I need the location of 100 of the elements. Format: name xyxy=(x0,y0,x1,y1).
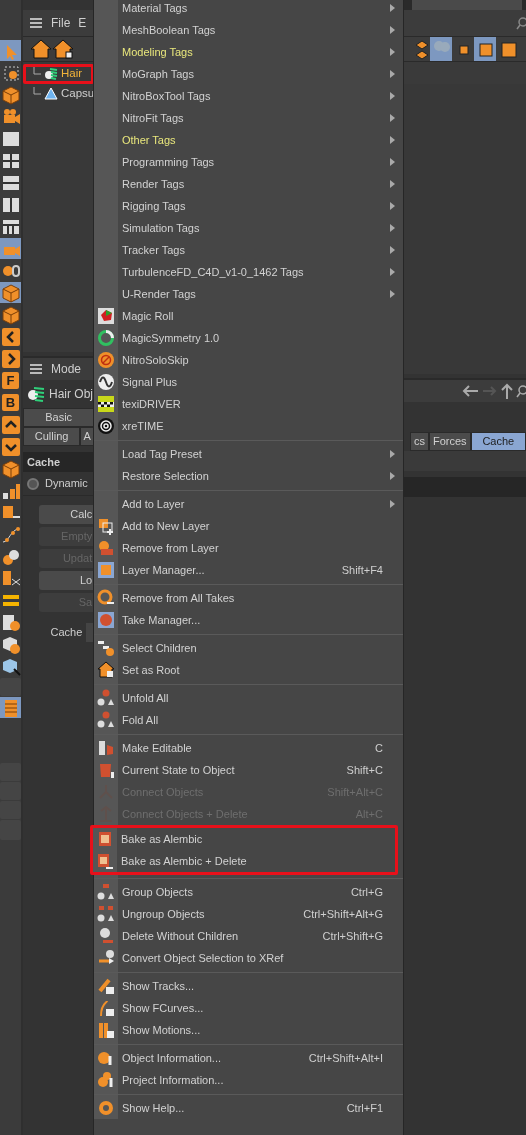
letter-button[interactable]: F xyxy=(2,372,19,389)
tab[interactable]: Culling xyxy=(23,427,81,446)
menu-item[interactable]: Layer Manager... Shift+F4 xyxy=(94,559,403,581)
search-icon[interactable] xyxy=(516,16,526,30)
submenu-arrow-icon xyxy=(390,70,395,78)
menu-item[interactable]: Bake as Alembic + Delete xyxy=(93,850,395,872)
menu-item[interactable]: Project Information... xyxy=(94,1069,403,1091)
take-window-icon xyxy=(97,611,115,629)
menu-item[interactable]: Restore Selection xyxy=(94,465,403,487)
menu-item[interactable]: TurbulenceFD_C4D_v1-0_1462 Tags xyxy=(94,261,403,283)
menu-item[interactable]: Show Motions... xyxy=(94,1019,403,1041)
back-arrow-icon[interactable] xyxy=(460,383,480,399)
menu-icon[interactable] xyxy=(29,363,43,375)
menu-item[interactable]: Fold All xyxy=(94,709,403,731)
object-title: Hair Obj xyxy=(49,386,93,403)
tab[interactable]: A xyxy=(80,427,95,446)
menu-item[interactable]: MeshBoolean Tags xyxy=(94,19,403,41)
action-button[interactable]: Calc xyxy=(39,505,95,524)
tree-item[interactable]: Capsu xyxy=(61,85,95,103)
menu-item[interactable]: Rigging Tags xyxy=(94,195,403,217)
submenu-arrow-icon xyxy=(390,450,395,458)
menu-item[interactable]: E xyxy=(78,14,87,32)
menu-item[interactable]: Take Manager... xyxy=(94,609,403,631)
house-icon[interactable] xyxy=(31,39,51,59)
motion-bars-icon xyxy=(97,1021,115,1039)
chevron-left-icon[interactable] xyxy=(0,326,21,347)
menu-item[interactable]: Programming Tags xyxy=(94,151,403,173)
menu-item[interactable]: Unfold All xyxy=(94,687,403,709)
chevron-up-icon[interactable] xyxy=(0,414,21,435)
menu-item[interactable]: Current State to Object Shift+C xyxy=(94,759,403,781)
menu-item[interactable]: MagicSymmetry 1.0 xyxy=(94,327,403,349)
menu-item[interactable]: Material Tags xyxy=(94,0,403,19)
cube-gear-icon[interactable] xyxy=(0,634,21,655)
letter-button[interactable]: B xyxy=(2,394,19,411)
menu-item[interactable]: Remove from All Takes xyxy=(94,587,403,609)
submenu-arrow-icon xyxy=(390,4,395,12)
chevron-down-icon[interactable] xyxy=(0,436,21,457)
tab[interactable]: cs xyxy=(410,432,429,451)
cube-icon[interactable] xyxy=(0,458,21,479)
menu-item[interactable]: Group Objects Ctrl+G xyxy=(94,881,403,903)
curve-icon xyxy=(97,999,115,1017)
radio-button[interactable] xyxy=(27,477,39,490)
action-button[interactable]: Lo xyxy=(39,571,95,590)
capsule-icon[interactable] xyxy=(44,87,58,101)
submenu-arrow-icon xyxy=(390,246,395,254)
menu-item[interactable]: NitroFit Tags xyxy=(94,107,403,129)
menu-item[interactable]: U-Render Tags xyxy=(94,283,403,305)
menu-item[interactable]: Other Tags xyxy=(94,129,403,151)
menu-item[interactable]: File xyxy=(51,14,71,32)
hair-icon[interactable] xyxy=(27,385,45,403)
radio-label: Dynamic xyxy=(45,476,88,492)
submenu-arrow-icon xyxy=(390,48,395,56)
document-gear-icon[interactable] xyxy=(0,612,21,633)
menu-item[interactable]: Ungroup Objects Ctrl+Shift+Alt+G xyxy=(94,903,403,925)
menu-item[interactable]: Magic Roll xyxy=(94,305,403,327)
menu-icon[interactable] xyxy=(29,17,43,29)
layer-minus-icon xyxy=(97,539,115,557)
menu-item[interactable]: NitroSoloSkip xyxy=(94,349,403,371)
search-icon[interactable] xyxy=(516,384,526,398)
menu-item[interactable]: Load Tag Preset xyxy=(94,443,403,465)
ring-icon xyxy=(97,329,115,347)
tab[interactable]: Forces xyxy=(429,432,471,451)
menu-item[interactable]: Show Tracks... xyxy=(94,975,403,997)
cube-icon[interactable] xyxy=(0,304,21,325)
curve-icon[interactable] xyxy=(0,524,21,545)
spiral-icon xyxy=(97,417,115,435)
menu-item[interactable]: Remove from Layer xyxy=(94,537,403,559)
menu-item[interactable]: NitroBoxTool Tags xyxy=(94,85,403,107)
menu-item[interactable]: Convert Object Selection to XRef xyxy=(94,947,403,969)
menu-item[interactable]: texiDRIVER xyxy=(94,393,403,415)
tab[interactable]: Cache xyxy=(470,432,526,451)
menu-item[interactable]: Show FCurves... xyxy=(94,997,403,1019)
menu-item[interactable]: Add to New Layer xyxy=(94,515,403,537)
cube-icon[interactable] xyxy=(0,84,21,105)
layer-plus-icon xyxy=(97,517,115,535)
tree-item[interactable]: Hair xyxy=(61,65,83,83)
menu-item[interactable]: Show Help... Ctrl+F1 xyxy=(94,1097,403,1119)
menu-item[interactable]: Select Children xyxy=(94,637,403,659)
menu-item[interactable]: Bake as Alembic xyxy=(93,828,395,850)
hair-icon[interactable] xyxy=(44,67,58,81)
tab[interactable]: Basic xyxy=(23,408,95,427)
menu-item[interactable]: Render Tags xyxy=(94,173,403,195)
menu-item[interactable]: Modeling Tags xyxy=(94,41,403,63)
up-arrow-icon[interactable] xyxy=(500,382,514,400)
house-icon[interactable] xyxy=(53,39,73,59)
menu-item[interactable]: Delete Without Children Ctrl+Shift+G xyxy=(94,925,403,947)
submenu-arrow-icon xyxy=(390,92,395,100)
menu-item[interactable]: Add to Layer xyxy=(94,493,403,515)
submenu-arrow-icon xyxy=(390,26,395,34)
menu-item[interactable]: Tracker Tags xyxy=(94,239,403,261)
menu-item[interactable]: Make Editable C xyxy=(94,737,403,759)
menu-item[interactable]: MoGraph Tags xyxy=(94,63,403,85)
number-field[interactable] xyxy=(0,678,21,696)
menu-item[interactable]: Simulation Tags xyxy=(94,217,403,239)
menu-item[interactable]: Object Information... Ctrl+Shift+Alt+I xyxy=(94,1047,403,1069)
menu-item[interactable]: Signal Plus xyxy=(94,371,403,393)
menu-item[interactable]: xreTIME xyxy=(94,415,403,437)
cube-pointer-icon[interactable] xyxy=(0,656,21,677)
menu-item[interactable]: Set as Root xyxy=(94,659,403,681)
chevron-right-icon[interactable] xyxy=(0,348,21,369)
